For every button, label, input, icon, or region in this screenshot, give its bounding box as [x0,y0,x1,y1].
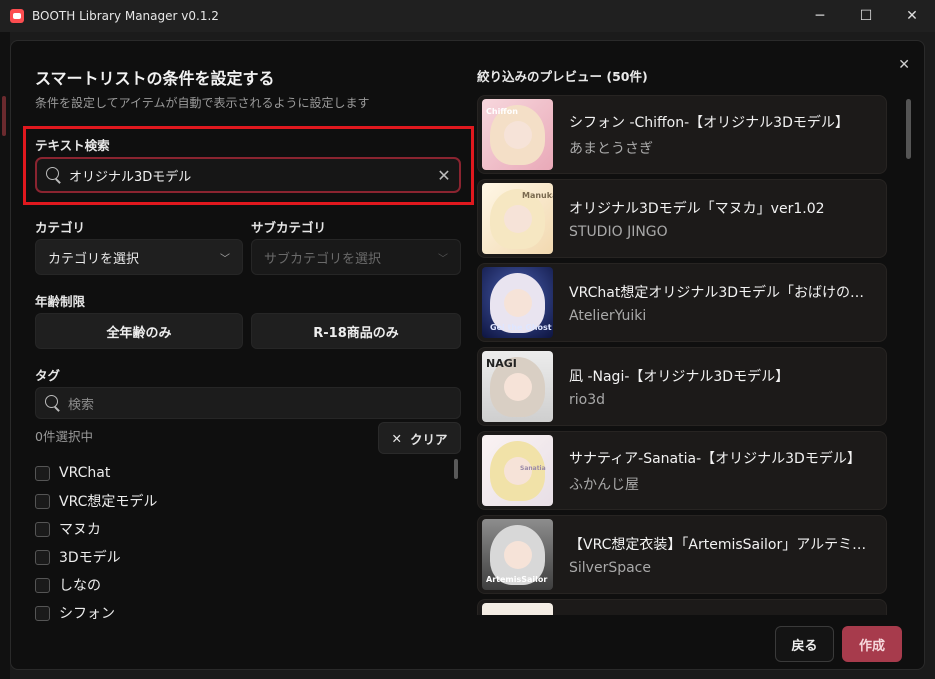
thumbnail-caption: NAGI [486,357,517,370]
text-search-label: テキスト検索 [35,138,110,153]
create-button[interactable]: 作成 [842,626,902,662]
app-icon [10,9,24,23]
category-label: カテゴリ [35,220,86,235]
tag-search-placeholder: 検索 [68,397,95,413]
product-thumbnail: Sanatia [482,435,553,506]
preview-card[interactable]: ArtemisSailor 【VRC想定衣装】「ArtemisSailor」アル… [477,515,887,594]
text-search-value[interactable]: オリジナル3Dモデル [69,166,429,185]
tag-search-input[interactable]: 検索 [35,387,461,419]
chevron-down-icon: ﹀ [438,253,448,265]
all-ages-button[interactable]: 全年齢のみ [35,313,243,349]
dialog-title: スマートリストの条件を設定する [35,69,275,88]
shop-name: ふかんじ屋 [569,476,639,493]
close-window-button[interactable]: ✕ [889,0,935,32]
preview-scrollbar[interactable] [906,99,911,159]
background-sidebar [0,32,10,679]
product-thumbnail: Chiffon [482,99,553,170]
thumbnail-caption: Chiffon [486,107,518,116]
tag-label: 3Dモデル [59,550,121,566]
shop-name: SilverSpace [569,559,651,576]
preview-card[interactable]: Chiffon シフォン -Chiffon-【オリジナル3Dモデル】 あまとうさ… [477,95,887,174]
tag-list: VRChat VRC想定モデル マヌカ 3Dモデル しなの シフォン [35,459,455,629]
tag-label: マヌカ [59,522,101,538]
product-thumbnail: NAGI [482,351,553,422]
age-restriction-label: 年齢制限 [35,294,86,309]
product-name: サナティア-Sanatia-【オリジナル3Dモデル】 [569,450,861,467]
thumbnail-caption: Manuka [522,191,553,200]
shop-name: あまとうさぎ [569,140,653,157]
thumbnail-caption: ArtemisSailor [486,575,548,584]
chevron-down-icon: ﹀ [220,253,230,265]
tags-label: タグ [35,368,61,383]
subcategory-select[interactable]: サブカテゴリを選択 ﹀ [251,239,461,275]
text-search-input[interactable]: オリジナル3Dモデル ✕ [35,157,461,193]
tag-item[interactable]: VRChat [35,459,455,487]
preview-list: Chiffon シフォン -Chiffon-【オリジナル3Dモデル】 あまとうさ… [477,95,887,615]
minimize-button[interactable]: ─ [797,0,843,32]
tag-label: VRC想定モデル [59,494,158,510]
search-icon [45,395,61,411]
product-name: 凪 -Nagi-【オリジナル3Dモデル】 [569,368,790,385]
conditions-panel: スマートリストの条件を設定する 条件を設定してアイテムが自動で表示されるように設… [11,41,474,669]
r18-button[interactable]: R-18商品のみ [251,313,461,349]
product-thumbnail: Gei the Ghost [482,267,553,338]
preview-card[interactable]: Sanatia サナティア-Sanatia-【オリジナル3Dモデル】 ふかんじ屋 [477,431,887,510]
product-thumbnail: ArtemisSailor [482,519,553,590]
tag-label: しなの [59,578,101,594]
window-title: BOOTH Library Manager v0.1.2 [32,9,219,23]
product-thumbnail: Manuka [482,183,553,254]
maximize-button[interactable]: ☐ [843,0,889,32]
product-name: 【VRC想定衣装】「ArtemisSailor」アルテミス… [569,536,869,553]
thumbnail-caption: Gei the Ghost [490,323,552,332]
subcategory-select-value: サブカテゴリを選択 [264,251,382,267]
tag-checkbox[interactable] [35,549,50,565]
tag-item[interactable]: マヌカ [35,515,455,543]
dialog-subtitle: 条件を設定してアイテムが自動で表示されるように設定します [35,96,370,110]
preview-card[interactable]: Gei the Ghost VRChat想定オリジナル3Dモデル「おばけのギ… … [477,263,887,342]
tag-item[interactable]: VRC想定モデル [35,487,455,515]
clear-search-icon[interactable]: ✕ [429,166,459,185]
tag-checkbox[interactable] [35,465,50,481]
tag-item[interactable]: しなの [35,571,455,599]
preview-panel: 絞り込みのプレビュー (50件) ✕ Chiffon シフォン -Chiffon… [471,41,924,669]
subcategory-label: サブカテゴリ [251,220,327,235]
preview-card[interactable] [477,599,887,615]
clear-tags-button[interactable]: ✕ クリア [378,422,461,454]
preview-card[interactable]: NAGI 凪 -Nagi-【オリジナル3Dモデル】 rio3d [477,347,887,426]
selected-count: 0件選択中 [35,429,93,444]
tag-checkbox[interactable] [35,493,50,509]
preview-card[interactable]: Manuka オリジナル3Dモデル「マヌカ」ver1.02 STUDIO JIN… [477,179,887,258]
tag-list-scrollbar[interactable] [454,459,458,479]
smartlist-dialog: スマートリストの条件を設定する 条件を設定してアイテムが自動で表示されるように設… [10,40,925,670]
title-bar: BOOTH Library Manager v0.1.2 ─ ☐ ✕ [0,0,935,32]
category-select-value: カテゴリを選択 [48,251,140,267]
tag-checkbox[interactable] [35,577,50,593]
close-dialog-icon[interactable]: ✕ [898,57,910,73]
clear-tags-label: クリア [409,431,448,447]
tag-checkbox[interactable] [35,605,50,621]
close-icon: ✕ [391,430,402,446]
thumbnail-caption: Sanatia [520,465,546,472]
shop-name: AtelierYuiki [569,307,647,324]
tag-label: シフォン [59,606,115,622]
tag-label: VRChat [59,465,111,481]
product-name: シフォン -Chiffon-【オリジナル3Dモデル】 [569,114,849,131]
shop-name: STUDIO JINGO [569,223,668,240]
preview-title: 絞り込みのプレビュー (50件) [477,69,648,84]
product-name: VRChat想定オリジナル3Dモデル「おばけのギ… [569,284,869,301]
category-select[interactable]: カテゴリを選択 ﹀ [35,239,243,275]
back-button[interactable]: 戻る [775,626,834,662]
tag-item[interactable]: シフォン [35,599,455,627]
product-name: オリジナル3Dモデル「マヌカ」ver1.02 [569,200,825,217]
shop-name: rio3d [569,391,606,408]
product-thumbnail [482,603,553,615]
tag-checkbox[interactable] [35,521,50,537]
tag-item[interactable]: 3Dモデル [35,543,455,571]
search-icon [46,167,62,183]
